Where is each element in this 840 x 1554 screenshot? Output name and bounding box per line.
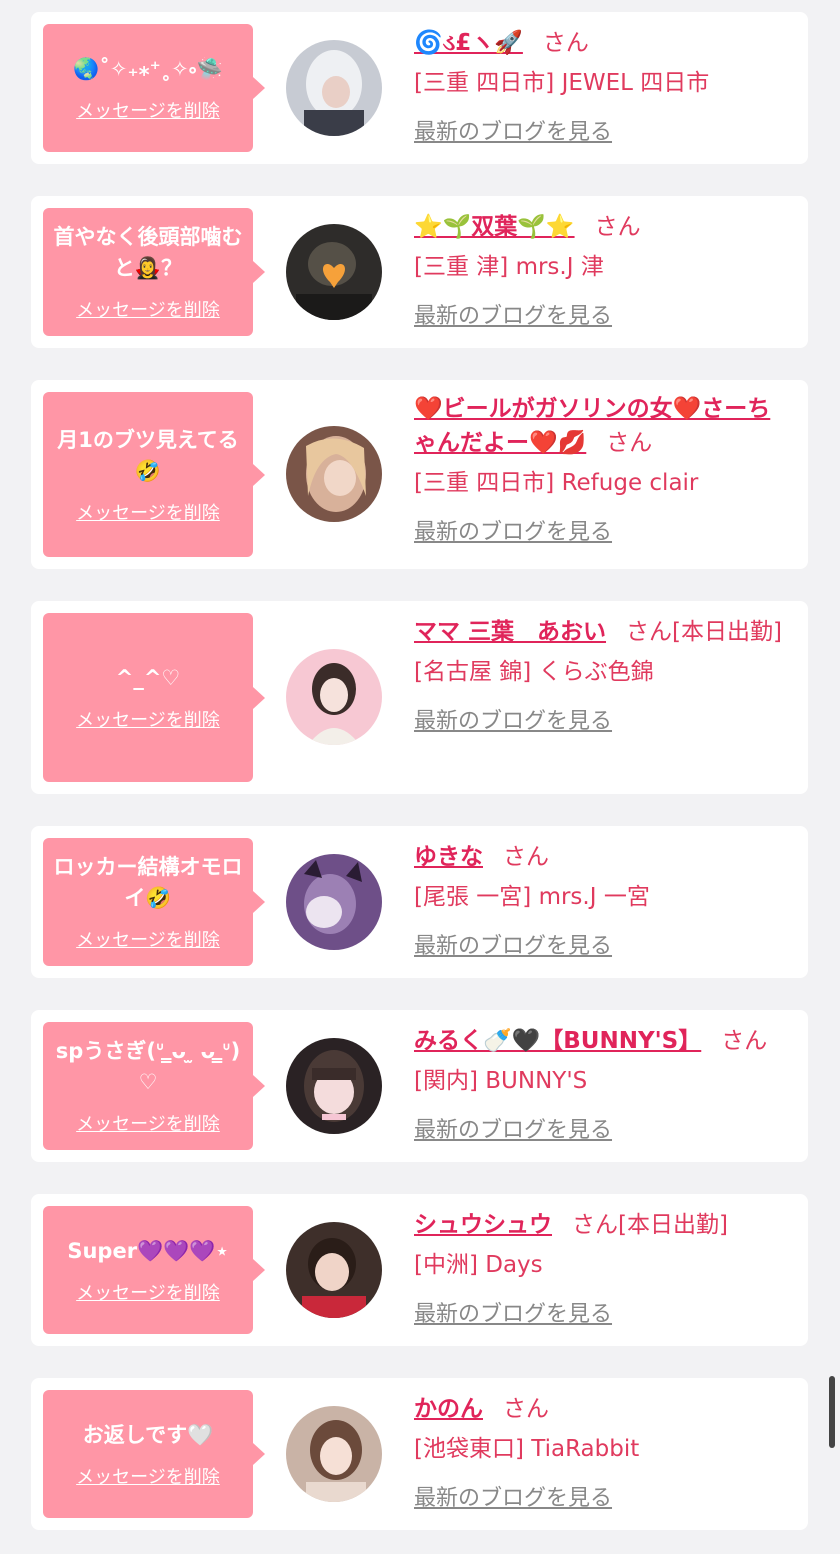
honorific: さん — [606, 430, 653, 456]
profile-info: ゆきな さん [尾張 一宮] mrs.J 一宮 最新のブログを見る — [414, 840, 790, 960]
delete-message-link[interactable]: メッセージを削除 — [76, 1110, 220, 1136]
profile-info: 🌀ડ£ヽ🚀 さん [三重 四日市] JEWEL 四日市 最新のブログを見る — [414, 26, 790, 146]
scrollbar-thumb[interactable] — [829, 1376, 835, 1448]
profile-name-link[interactable]: みるく🍼🖤【BUNNY'S】 — [414, 1028, 701, 1054]
delete-message-link[interactable]: メッセージを削除 — [76, 296, 220, 322]
profile-name-link[interactable]: かのん — [414, 1396, 483, 1422]
honorific: さん — [503, 1396, 549, 1422]
delete-message-link[interactable]: メッセージを削除 — [76, 1463, 220, 1489]
message-bubble: Super💜💜💜⋆ メッセージを削除 — [43, 1206, 265, 1334]
delete-message-link[interactable]: メッセージを削除 — [76, 926, 220, 952]
profile-info: ママ 三葉 あおい さん[本日出勤] [名古屋 錦] くらぶ色錦 最新のブログを見… — [414, 615, 790, 735]
latest-blog-link[interactable]: 最新のブログを見る — [414, 703, 612, 735]
latest-blog-link[interactable]: 最新のブログを見る — [414, 928, 612, 960]
profile-name-link[interactable]: ❤️ビールがガソリンの女❤️さーちゃんだよー❤️💋 — [414, 396, 770, 456]
message-text: お返しです🤍 — [82, 1422, 214, 1447]
delete-message-link[interactable]: メッセージを削除 — [76, 97, 220, 123]
message-text: 月1のブツ見えてる🤣 — [57, 427, 239, 483]
message-card: Super💜💜💜⋆ メッセージを削除 シュウシュウ さん[本日出勤] [中洲] D… — [31, 1194, 808, 1346]
honorific: さん — [503, 844, 549, 870]
shop-location: [三重 四日市] JEWEL 四日市 — [414, 70, 710, 96]
message-bubble: お返しです🤍 メッセージを削除 — [43, 1390, 265, 1518]
message-card: 🌏˚✧₊⁎⁺˳✧༚🛸 メッセージを削除 🌀ડ£ヽ🚀 さん [三重 四日市] JEW… — [31, 12, 808, 164]
message-bubble: ^_^♡ メッセージを削除 — [43, 613, 265, 782]
shop-location: [池袋東口] TiaRabbit — [414, 1436, 640, 1462]
shop-location: [三重 津] mrs.J 津 — [414, 254, 604, 280]
latest-blog-link[interactable]: 最新のブログを見る — [414, 1112, 612, 1144]
avatar[interactable] — [286, 1406, 382, 1502]
message-card: お返しです🤍 メッセージを削除 かのん さん [池袋東口] TiaRabbit 最… — [31, 1378, 808, 1530]
profile-name-link[interactable]: ⭐️🌱双葉🌱⭐️ — [414, 214, 575, 240]
message-bubble: spうさぎ(ᐡ ̳ᴗ ̫ ᴗ ̳ᐡ)♡ メッセージを削除 — [43, 1022, 265, 1150]
message-text: ^_^♡ — [115, 666, 181, 690]
message-bubble: 🌏˚✧₊⁎⁺˳✧༚🛸 メッセージを削除 — [43, 24, 265, 152]
profile-info: みるく🍼🖤【BUNNY'S】 さん [関内] BUNNY'S 最新のブログを見る — [414, 1024, 790, 1144]
profile-info: シュウシュウ さん[本日出勤] [中洲] Days 最新のブログを見る — [414, 1208, 790, 1328]
shop-location: [中洲] Days — [414, 1252, 543, 1278]
message-text: spうさぎ(ᐡ ̳ᴗ ̫ ᴗ ̳ᐡ)♡ — [55, 1039, 241, 1094]
message-text: 首やなく後頭部噛むと🧛‍♀️？ — [53, 225, 243, 280]
honorific: さん[本日出勤] — [626, 619, 782, 645]
message-card: spうさぎ(ᐡ ̳ᴗ ̫ ᴗ ̳ᐡ)♡ メッセージを削除 みるく🍼🖤【BUNNY… — [31, 1010, 808, 1162]
message-text: Super💜💜💜⋆ — [67, 1238, 229, 1263]
message-text: 🌏˚✧₊⁎⁺˳✧༚🛸 — [73, 56, 223, 81]
profile-name-link[interactable]: ママ 三葉 あおい — [414, 619, 606, 645]
message-card: ロッカー結構オモロイ🤣 メッセージを削除 ゆきな さん [尾張 一宮] mrs.J… — [31, 826, 808, 978]
message-card: 首やなく後頭部噛むと🧛‍♀️？ メッセージを削除 ⭐️🌱双葉🌱⭐️ さん [三重 … — [31, 196, 808, 348]
avatar[interactable] — [286, 426, 382, 522]
shop-location: [名古屋 錦] くらぶ色錦 — [414, 659, 654, 685]
honorific: さん — [594, 214, 641, 240]
honorific: さん — [721, 1028, 768, 1054]
latest-blog-link[interactable]: 最新のブログを見る — [414, 298, 612, 330]
profile-info: かのん さん [池袋東口] TiaRabbit 最新のブログを見る — [414, 1392, 790, 1512]
delete-message-link[interactable]: メッセージを削除 — [76, 706, 220, 732]
message-bubble: ロッカー結構オモロイ🤣 メッセージを削除 — [43, 838, 265, 966]
profile-info: ❤️ビールがガソリンの女❤️さーちゃんだよー❤️💋 さん [三重 四日市] Ref… — [414, 392, 790, 546]
shop-location: [三重 四日市] Refuge clair — [414, 470, 699, 496]
message-card: 月1のブツ見えてる🤣 メッセージを削除 ❤️ビールがガソリンの女❤️さーちゃんだ… — [31, 380, 808, 569]
message-bubble: 首やなく後頭部噛むと🧛‍♀️？ メッセージを削除 — [43, 208, 265, 336]
avatar[interactable] — [286, 1038, 382, 1134]
message-card: ^_^♡ メッセージを削除 ママ 三葉 あおい さん[本日出勤] [名古屋 錦] … — [31, 601, 808, 794]
delete-message-link[interactable]: メッセージを削除 — [76, 1279, 220, 1305]
honorific: さん — [542, 30, 589, 56]
avatar[interactable] — [286, 854, 382, 950]
profile-info: ⭐️🌱双葉🌱⭐️ さん [三重 津] mrs.J 津 最新のブログを見る — [414, 210, 790, 330]
avatar[interactable] — [286, 649, 382, 745]
message-bubble: 月1のブツ見えてる🤣 メッセージを削除 — [43, 392, 265, 557]
delete-message-link[interactable]: メッセージを削除 — [76, 499, 220, 525]
shop-location: [関内] BUNNY'S — [414, 1068, 588, 1094]
avatar[interactable] — [286, 40, 382, 136]
latest-blog-link[interactable]: 最新のブログを見る — [414, 1296, 612, 1328]
profile-name-link[interactable]: 🌀ડ£ヽ🚀 — [414, 30, 523, 56]
latest-blog-link[interactable]: 最新のブログを見る — [414, 114, 612, 146]
latest-blog-link[interactable]: 最新のブログを見る — [414, 514, 612, 546]
honorific: さん[本日出勤] — [572, 1212, 728, 1238]
avatar[interactable] — [286, 224, 382, 320]
avatar[interactable] — [286, 1222, 382, 1318]
profile-name-link[interactable]: ゆきな — [414, 844, 483, 870]
shop-location: [尾張 一宮] mrs.J 一宮 — [414, 884, 650, 910]
profile-name-link[interactable]: シュウシュウ — [414, 1212, 552, 1238]
latest-blog-link[interactable]: 最新のブログを見る — [414, 1480, 612, 1512]
message-text: ロッカー結構オモロイ🤣 — [53, 855, 243, 910]
